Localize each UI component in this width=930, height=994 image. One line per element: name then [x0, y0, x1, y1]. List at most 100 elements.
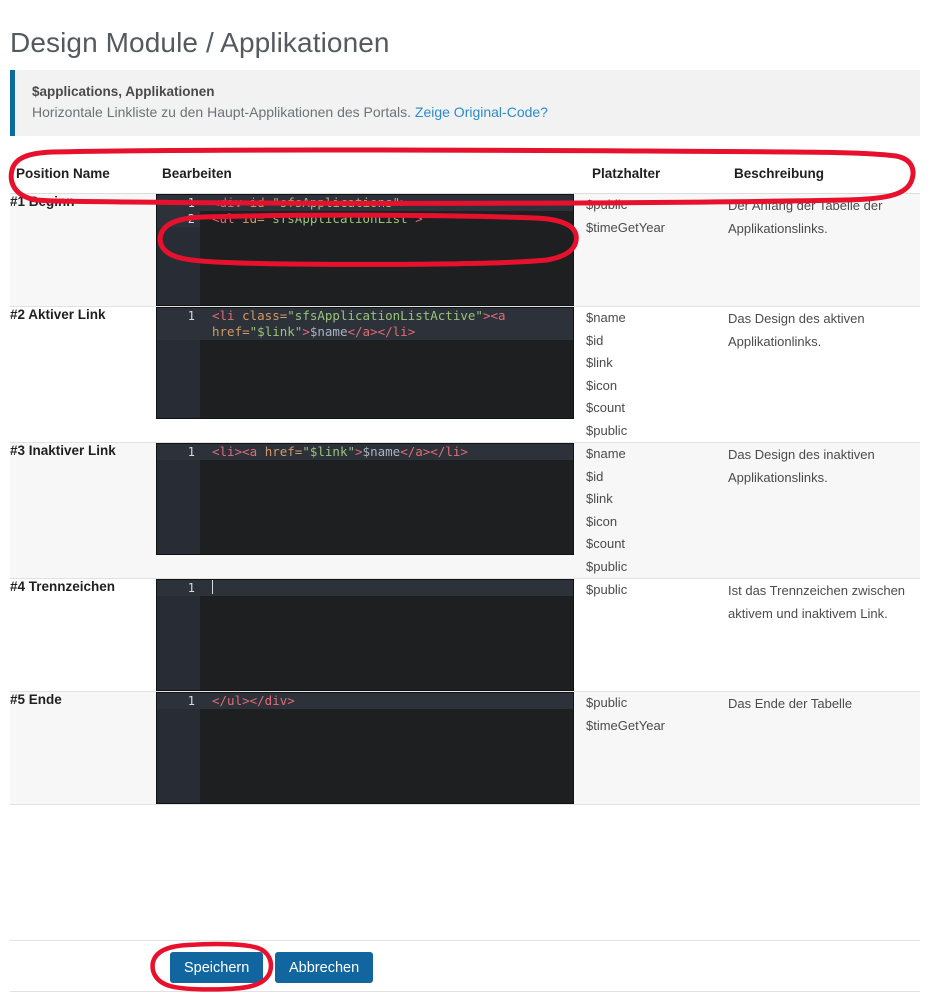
- placeholder-item: $public: [586, 582, 628, 597]
- editor-code-area[interactable]: <div id="sfsApplications"> <ul id="sfsApp…: [212, 195, 573, 305]
- code-editor[interactable]: 1 2 <div id="sfsApplications"> <ul id="sfsA…: [156, 194, 574, 306]
- table-row: #5 Ende 1 </ul></div> $public $timeGetYear Da…: [10, 691, 920, 805]
- th-platzhalter: Platzhalter: [586, 152, 728, 194]
- editor-code-area[interactable]: <li class="sfsApplicationListActive"><a …: [212, 308, 573, 418]
- code-editor[interactable]: 1 <li class="sfsApplicationListActive"><a…: [156, 307, 574, 419]
- editor-line-number: 1: [157, 580, 200, 596]
- code-token: ><a: [482, 308, 514, 323]
- editor-code-line: <ul id="sfsApplicationList">: [212, 211, 573, 227]
- editor-code-area[interactable]: <li><a href="$link">$name</a></li>: [212, 444, 573, 554]
- cell-description: Das Ende der Tabelle: [728, 691, 920, 805]
- editor-gutter: 1: [157, 444, 200, 554]
- placeholder-item: $link: [586, 355, 613, 370]
- code-token: $name: [309, 324, 348, 339]
- design-positions-table: Position Name Bearbeiten Platzhalter Bes…: [10, 152, 920, 805]
- cell-placeholders: $public: [586, 578, 728, 692]
- placeholder-item: $public: [586, 695, 628, 710]
- placeholder-item: $name: [586, 446, 626, 461]
- module-info-box: $applications, Applikationen Horizontale…: [10, 70, 920, 136]
- cell-placeholders: $public $timeGetYear: [586, 193, 728, 307]
- editor-code-line: <div id="sfsApplications">: [212, 195, 573, 211]
- placeholder-item: $timeGetYear: [586, 219, 666, 235]
- code-token: >: [415, 211, 423, 226]
- code-editor[interactable]: 1 </ul></div>: [156, 692, 574, 804]
- placeholder-item: $timeGetYear: [586, 717, 666, 733]
- cell-code-editor: 1 </ul></div>: [156, 691, 586, 805]
- th-bearbeiten: Bearbeiten: [156, 152, 586, 194]
- editor-code-line: </ul></div>: [212, 693, 573, 709]
- placeholder-item: $icon: [586, 377, 618, 393]
- editor-code-line: <li class="sfsApplicationListActive"><a …: [212, 308, 573, 340]
- cell-placeholders: $name $id $link $icon $count $public: [586, 442, 728, 579]
- text-caret: [212, 580, 213, 594]
- code-token: "sfsApplicationListActive": [287, 308, 483, 323]
- cell-code-editor: 1 <li><a href="$link">$name</a></li>: [156, 442, 586, 579]
- module-info-title: $applications, Applikationen: [32, 84, 215, 99]
- code-token: href=: [264, 444, 303, 459]
- editor-line-number: 1: [157, 693, 200, 709]
- cancel-button[interactable]: Abbrechen: [275, 952, 374, 983]
- editor-gutter: 1: [157, 308, 200, 418]
- show-original-code-link[interactable]: Zeige Original-Code?: [415, 104, 548, 120]
- table-head: Position Name Bearbeiten Platzhalter Bes…: [10, 152, 920, 194]
- editor-line-number: 1: [157, 195, 200, 211]
- code-token: </a></li>: [400, 444, 468, 459]
- code-token: "$link": [249, 324, 303, 339]
- code-token: class=: [242, 308, 288, 323]
- cell-code-editor: 1 <li class="sfsApplicationListActive"><a…: [156, 306, 586, 443]
- module-info-description: Horizontale Linkliste zu den Haupt-Appli…: [32, 102, 920, 122]
- table-row: #1 Beginn 1 2 <div id="sfsApplications"> <ul…: [10, 193, 920, 307]
- code-token: "sfsApplications": [272, 195, 401, 210]
- table-row: #4 Trennzeichen 1 $public Ist das Trennzeic…: [10, 578, 920, 692]
- table-row: #2 Aktiver Link 1 <li class="sfsApplicatio…: [10, 306, 920, 443]
- editor-code-area[interactable]: </ul></div>: [212, 693, 573, 803]
- code-token: >: [302, 324, 310, 339]
- placeholder-item: $public: [586, 422, 628, 438]
- editor-line-number: 1: [157, 444, 200, 460]
- editor-gutter: 12: [157, 195, 200, 305]
- code-token: <ul: [212, 211, 243, 226]
- cell-position-name: #5 Ende: [10, 691, 156, 805]
- code-token: href=: [212, 324, 250, 339]
- code-token: "sfsApplicationList": [264, 211, 416, 226]
- code-token: >: [400, 195, 408, 210]
- code-token: </ul></div>: [212, 693, 295, 708]
- editor-gutter: 1: [157, 580, 200, 690]
- code-editor[interactable]: 1 <li><a href="$link">$name</a></li>: [156, 443, 574, 555]
- cell-placeholders: $public $timeGetYear: [586, 691, 728, 805]
- editor-gutter: 1: [157, 693, 200, 803]
- cell-description: Ist das Trennzeichen zwischen aktivem un…: [728, 578, 920, 692]
- placeholder-item: $icon: [586, 513, 618, 529]
- code-editor[interactable]: 1: [156, 579, 574, 691]
- placeholder-item: $count: [586, 536, 626, 551]
- cell-description: Das Design des inaktiven Applikationslin…: [728, 442, 920, 579]
- placeholder-item: $id: [586, 468, 604, 484]
- code-token: "$link": [302, 444, 356, 459]
- placeholder-item: $id: [586, 332, 604, 348]
- cell-code-editor: 1: [156, 578, 586, 692]
- cell-description: Der Anfang der Tabelle der Applikationsl…: [728, 193, 920, 307]
- placeholder-item: $name: [586, 310, 626, 325]
- editor-line-number: 2: [157, 211, 200, 227]
- code-token: $name: [362, 444, 401, 459]
- table-header-row: Position Name Bearbeiten Platzhalter Bes…: [10, 152, 920, 194]
- editor-line-number: 1: [157, 308, 200, 340]
- cell-placeholders: $name $id $link $icon $count $public: [586, 306, 728, 443]
- save-button[interactable]: Speichern: [170, 952, 264, 983]
- editor-code-area[interactable]: [212, 580, 573, 690]
- page-title: Design Module / Applikationen: [10, 26, 390, 58]
- table-body: #1 Beginn 1 2 <div id="sfsApplications"> <ul…: [10, 193, 920, 805]
- placeholder-item: $count: [586, 400, 626, 415]
- editor-code-line: [212, 580, 573, 596]
- code-token: >: [355, 444, 363, 459]
- th-beschreibung: Beschreibung: [728, 152, 920, 194]
- code-token: <li><a: [212, 444, 265, 459]
- cell-position-name: #1 Beginn: [10, 193, 156, 307]
- table-row: #3 Inaktiver Link 1 <li><a href="$link">$n…: [10, 442, 920, 579]
- cell-description: Das Design des aktiven Applikationlinks.: [728, 306, 920, 443]
- code-token: <li: [212, 308, 243, 323]
- th-position-name: Position Name: [10, 152, 156, 194]
- code-token: id=: [249, 195, 273, 210]
- placeholder-item: $link: [586, 491, 613, 506]
- placeholder-item: $public: [586, 558, 628, 574]
